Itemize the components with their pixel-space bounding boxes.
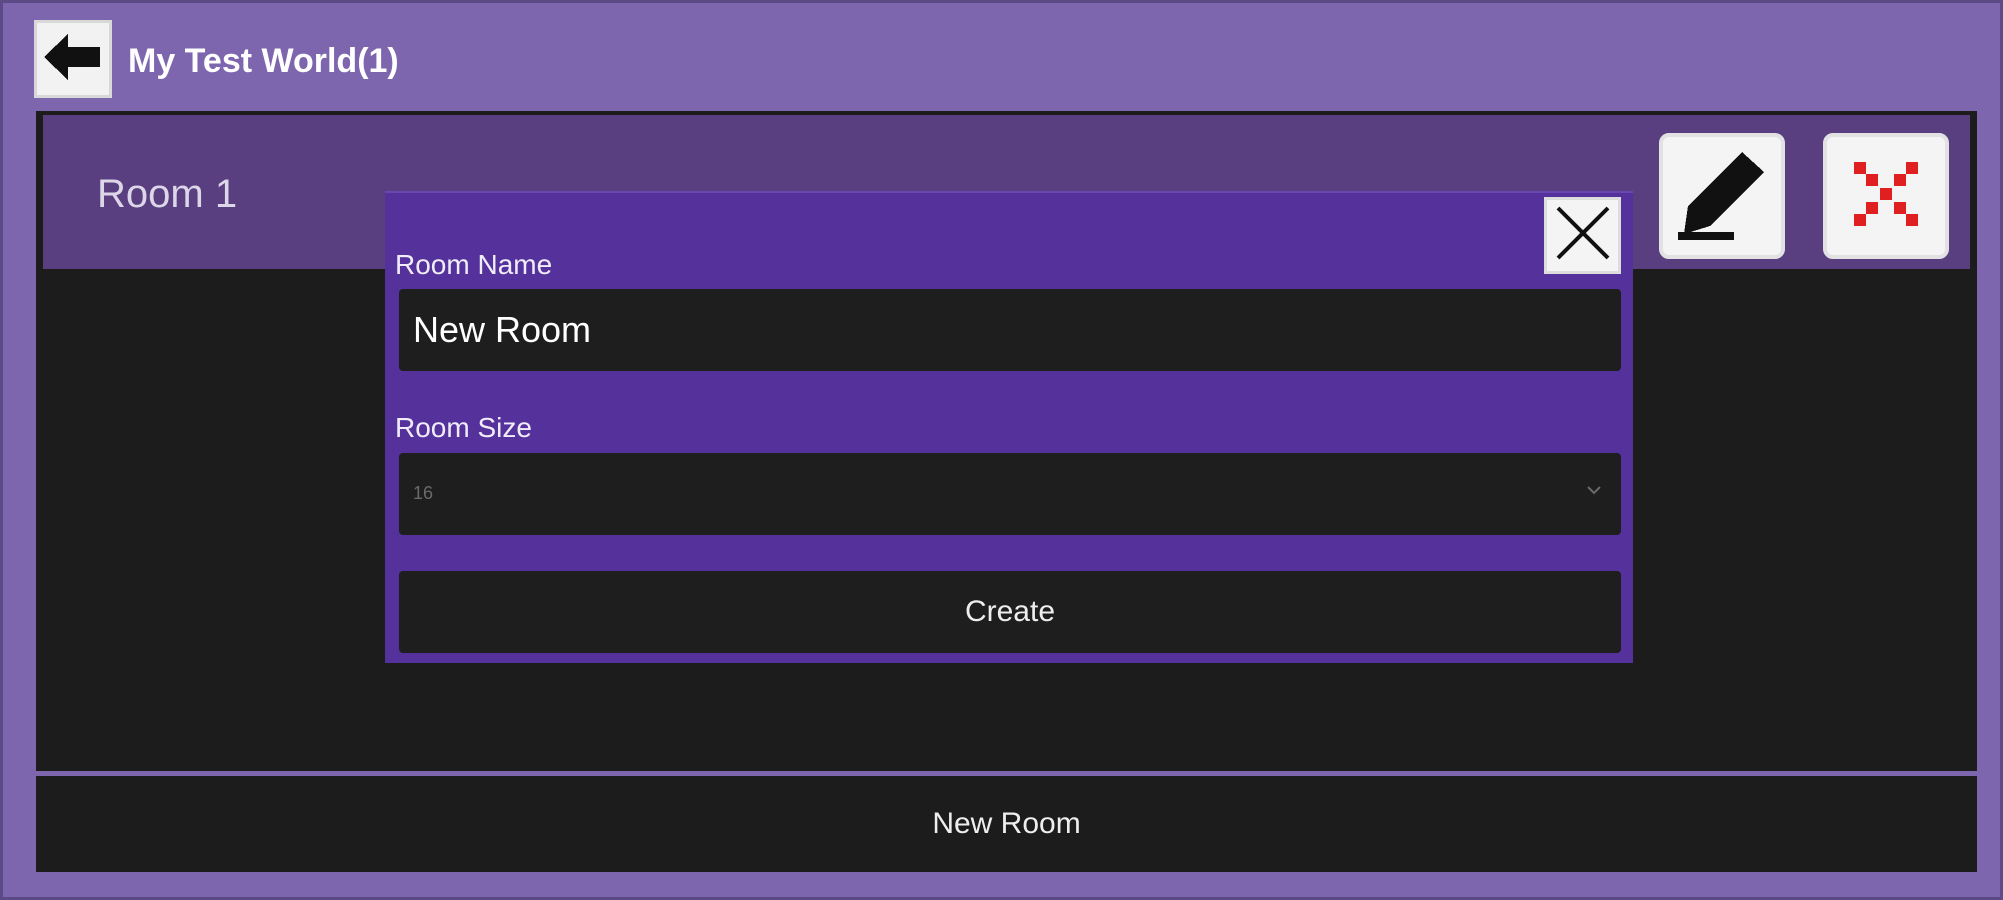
room-name-label: Room Name xyxy=(395,249,553,280)
create-button[interactable]: Create xyxy=(399,571,1621,653)
new-room-button[interactable]: New Room xyxy=(36,776,1977,872)
app-window: My Test World(1) Room 1 Room Name New Ro… xyxy=(0,0,2003,900)
close-icon xyxy=(1554,204,1612,267)
chevron-down-icon xyxy=(1583,479,1605,501)
room-size-label: Room Size xyxy=(395,412,532,443)
back-button[interactable] xyxy=(34,20,112,98)
room-size-select[interactable]: 16 xyxy=(399,453,1621,535)
arrow-left-icon xyxy=(44,32,102,87)
dialog-close-button[interactable] xyxy=(1544,197,1621,274)
delete-room-button[interactable] xyxy=(1823,133,1949,259)
edit-room-button[interactable] xyxy=(1659,133,1785,259)
create-room-dialog: Room Name Room Size 16 Create xyxy=(385,191,1633,663)
pencil-icon xyxy=(1674,146,1770,247)
room-name-input[interactable] xyxy=(399,289,1621,371)
room-size-value: 16 xyxy=(413,483,434,503)
world-title: My Test World(1) xyxy=(128,42,399,80)
close-x-icon xyxy=(1846,154,1926,239)
room-name: Room 1 xyxy=(97,172,238,216)
